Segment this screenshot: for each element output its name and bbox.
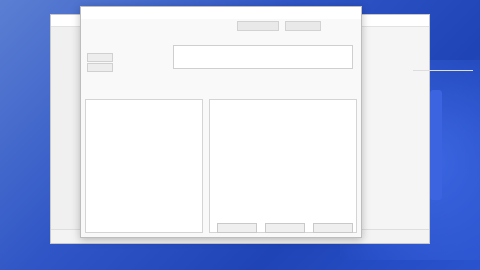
right-pane-header: [214, 102, 352, 110]
dialog-tab[interactable]: [237, 21, 279, 31]
option-row[interactable]: [137, 73, 257, 82]
list-item[interactable]: [413, 193, 473, 202]
dialog-titlebar[interactable]: [81, 7, 361, 19]
list-item[interactable]: [413, 168, 473, 177]
list-item[interactable]: [413, 90, 473, 99]
list-item[interactable]: [413, 142, 473, 151]
list-item[interactable]: [413, 82, 473, 91]
dialog-button-row: [211, 223, 353, 233]
list-item[interactable]: [413, 176, 473, 185]
sidebar-item[interactable]: [56, 65, 81, 75]
left-pane[interactable]: [85, 99, 203, 233]
maximize-icon[interactable]: [337, 8, 347, 18]
list-item[interactable]: [413, 73, 473, 82]
list-item[interactable]: [413, 99, 473, 108]
list-item[interactable]: [413, 159, 473, 168]
sidebar-item[interactable]: [56, 33, 81, 43]
list-item[interactable]: [413, 211, 473, 220]
left-pane-header: [90, 102, 198, 110]
dialog-button[interactable]: [313, 223, 353, 233]
right-pane[interactable]: [209, 99, 357, 233]
list-item[interactable]: [413, 125, 473, 134]
close-icon[interactable]: [349, 8, 359, 18]
list-item[interactable]: [413, 133, 473, 142]
background-list: [413, 73, 473, 228]
list-item[interactable]: [413, 219, 473, 228]
dialog-window[interactable]: [80, 6, 362, 238]
minimize-icon[interactable]: [325, 8, 335, 18]
dialog-button[interactable]: [264, 223, 305, 233]
list-item[interactable]: [413, 107, 473, 116]
list-item[interactable]: [413, 202, 473, 211]
list-column-header[interactable]: [413, 61, 473, 71]
list-item[interactable]: [413, 150, 473, 159]
dialog-tab[interactable]: [285, 21, 321, 31]
list-item[interactable]: [413, 185, 473, 194]
sidebar-item[interactable]: [56, 49, 81, 59]
text-input[interactable]: [173, 45, 353, 69]
option-button[interactable]: [87, 63, 113, 72]
desktop-wallpaper: [0, 0, 480, 270]
option-button[interactable]: [87, 53, 113, 62]
dialog-button[interactable]: [216, 223, 257, 233]
list-item[interactable]: [413, 116, 473, 125]
